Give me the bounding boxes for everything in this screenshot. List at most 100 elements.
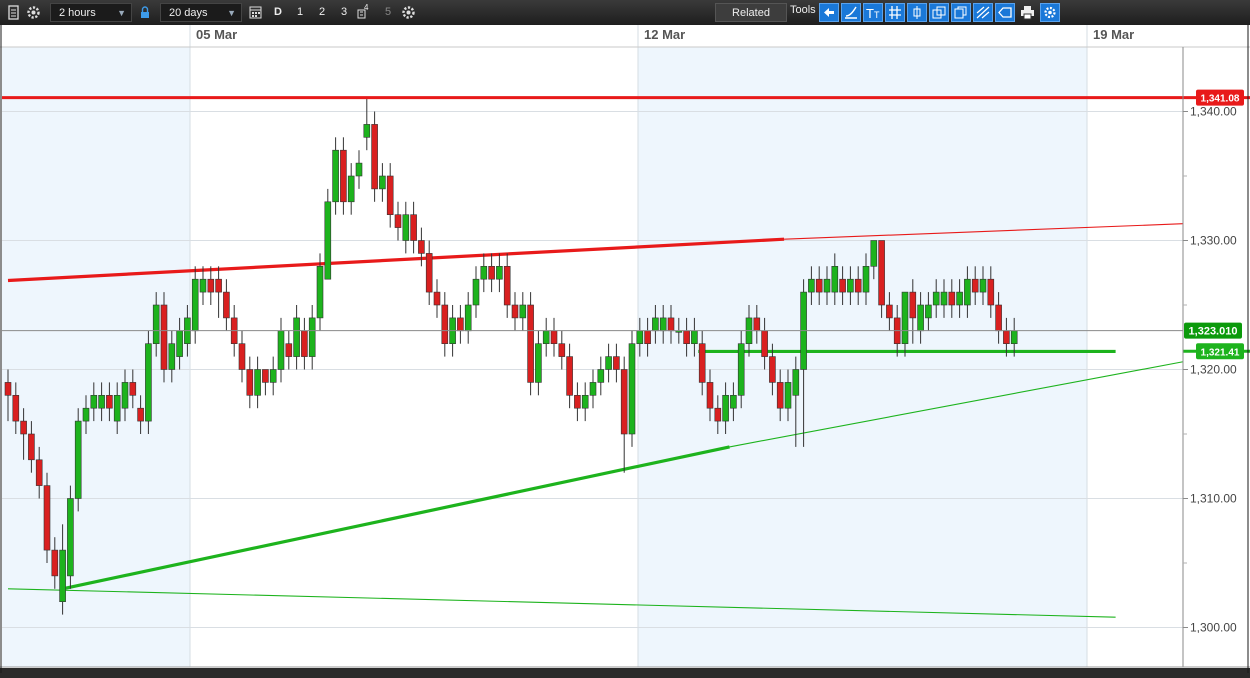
candle-body[interactable]	[441, 304, 449, 345]
candle-body[interactable]	[886, 304, 893, 319]
candle-body[interactable]	[823, 278, 831, 293]
candle-body[interactable]	[160, 304, 168, 370]
candle-body[interactable]	[402, 214, 410, 241]
period-3-button[interactable]: 3	[335, 3, 353, 22]
candle-body[interactable]	[503, 266, 511, 306]
candle-body[interactable]	[199, 278, 207, 293]
candle-body[interactable]	[706, 382, 714, 409]
candle-body[interactable]	[332, 149, 339, 203]
candle-body[interactable]	[433, 291, 441, 306]
candle-body[interactable]	[246, 369, 254, 396]
candle-body[interactable]	[511, 304, 519, 319]
candle-body[interactable]	[722, 394, 729, 422]
candle-body[interactable]	[550, 330, 558, 344]
candle-body[interactable]	[355, 162, 363, 177]
candle-body[interactable]	[956, 291, 963, 306]
candle-body[interactable]	[269, 369, 277, 383]
period-5-button[interactable]: 5	[379, 3, 397, 22]
candle-body[interactable]	[683, 330, 690, 344]
candle-body[interactable]	[238, 343, 246, 370]
related-button[interactable]: Related	[715, 3, 787, 22]
candle-body[interactable]	[542, 330, 550, 344]
candle-body[interactable]	[971, 278, 979, 293]
candle-body[interactable]	[964, 278, 971, 306]
candle-body[interactable]	[605, 356, 612, 370]
candle-body[interactable]	[308, 317, 316, 357]
candle-body[interactable]	[1010, 330, 1018, 344]
candle-body[interactable]	[316, 266, 324, 319]
candle-body[interactable]	[862, 266, 870, 293]
candle-body[interactable]	[137, 407, 144, 422]
candle-body[interactable]	[948, 291, 956, 306]
candle-body[interactable]	[410, 214, 417, 241]
candle-body[interactable]	[698, 343, 706, 383]
range-select[interactable]: 20 days ▼	[160, 3, 242, 22]
candle-body[interactable]	[4, 382, 12, 396]
candle-body[interactable]	[191, 278, 199, 332]
candle-body[interactable]	[932, 291, 940, 306]
candle-body[interactable]	[106, 394, 113, 409]
candle-body[interactable]	[277, 330, 285, 370]
candle-body[interactable]	[152, 304, 160, 345]
candle-body[interactable]	[176, 330, 183, 357]
candle-body[interactable]	[854, 278, 862, 293]
candle-body[interactable]	[847, 278, 854, 293]
candle-body[interactable]	[207, 278, 215, 293]
candle-body[interactable]	[74, 420, 82, 499]
candle-body[interactable]	[839, 278, 846, 293]
price-chart[interactable]: 1,341.08 1,323.010 1,321.41 1,340.00 1,330.…	[0, 25, 1250, 673]
candle-body[interactable]	[925, 304, 932, 319]
arrow-left-icon[interactable]	[819, 3, 839, 22]
candle-body[interactable]	[215, 278, 222, 293]
candle-body[interactable]	[347, 175, 355, 203]
candle-body[interactable]	[784, 382, 792, 409]
candle-body[interactable]	[12, 394, 20, 422]
candle-body[interactable]	[613, 356, 620, 370]
candle-body[interactable]	[425, 253, 433, 293]
candle-body[interactable]	[901, 291, 909, 345]
candle-body[interactable]	[394, 214, 402, 228]
candle-body[interactable]	[20, 420, 27, 435]
candle-body[interactable]	[363, 124, 371, 138]
period-d-button[interactable]: D	[269, 3, 287, 22]
candle-body[interactable]	[667, 317, 675, 332]
candle-body[interactable]	[753, 317, 761, 332]
candle-body[interactable]	[472, 278, 480, 306]
candle-body[interactable]	[581, 394, 589, 409]
layers-icon[interactable]	[929, 3, 949, 22]
candle-body[interactable]	[940, 291, 948, 306]
period-2-button[interactable]: 2	[313, 3, 331, 22]
candle-body[interactable]	[371, 124, 378, 190]
candle-body[interactable]	[145, 343, 152, 422]
candle-body[interactable]	[51, 549, 59, 577]
candle-body[interactable]	[168, 343, 176, 370]
candle-body[interactable]	[28, 433, 35, 461]
candle-icon[interactable]	[907, 3, 927, 22]
candle-body[interactable]	[98, 394, 105, 409]
candle-body[interactable]	[340, 149, 347, 203]
candle-body[interactable]	[730, 394, 737, 409]
text-tool-icon[interactable]: TT	[863, 3, 883, 22]
candle-body[interactable]	[652, 317, 659, 332]
candle-body[interactable]	[878, 240, 885, 306]
candle-body[interactable]	[566, 356, 573, 396]
candle-body[interactable]	[301, 330, 308, 357]
candle-body[interactable]	[815, 278, 823, 293]
settings-gear-icon[interactable]	[399, 3, 418, 22]
candle-body[interactable]	[620, 369, 628, 435]
candle-body[interactable]	[574, 394, 581, 409]
fibonacci-icon[interactable]	[885, 3, 905, 22]
gear-icon[interactable]	[24, 3, 43, 22]
candle-body[interactable]	[691, 330, 698, 344]
candle-body[interactable]	[527, 304, 534, 383]
candle-body[interactable]	[917, 304, 924, 332]
candle-body[interactable]	[628, 343, 636, 435]
calendar-icon[interactable]	[246, 3, 265, 22]
candle-body[interactable]	[457, 317, 464, 332]
candle-body[interactable]	[129, 382, 137, 396]
candle-body[interactable]	[223, 291, 230, 319]
candle-body[interactable]	[589, 382, 597, 396]
candle-body[interactable]	[59, 549, 66, 602]
candle-body[interactable]	[714, 407, 722, 422]
chart-canvas[interactable]: 1,341.08 1,323.010 1,321.41 1,340.00 1,330.…	[0, 25, 1250, 673]
